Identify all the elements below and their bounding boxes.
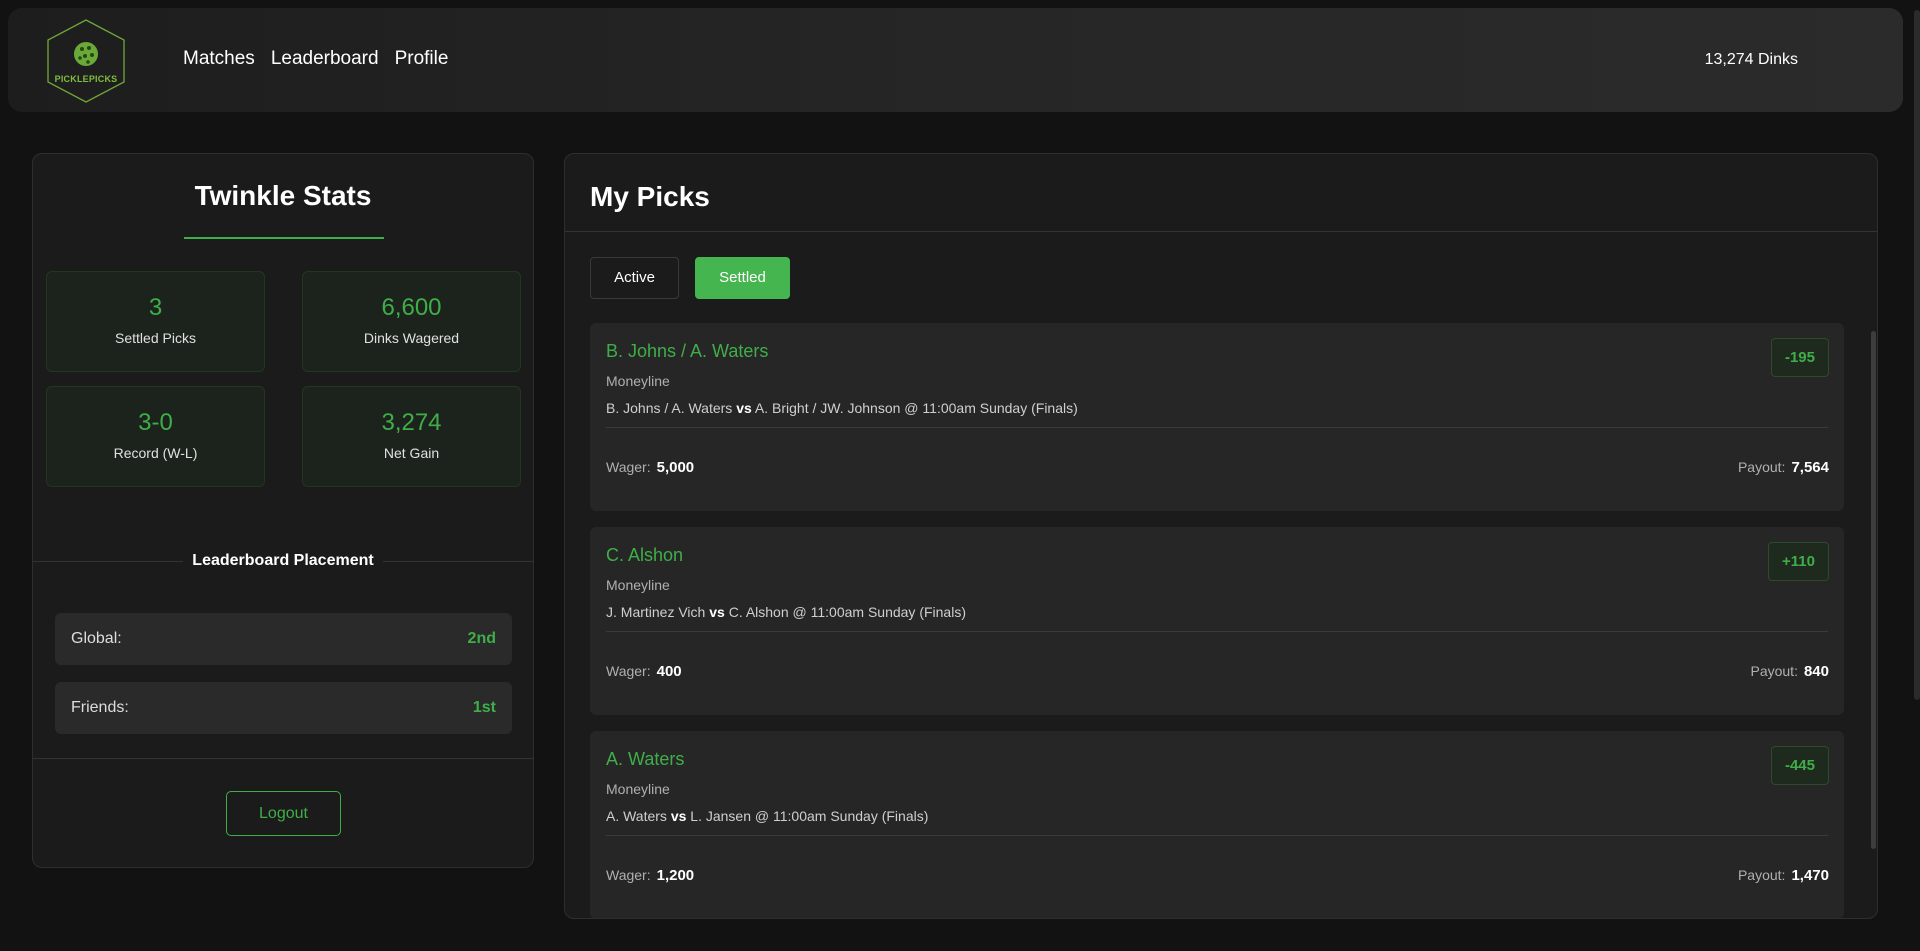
stat-label: Record (W-L) bbox=[113, 445, 198, 461]
wager-value: 1,200 bbox=[656, 867, 695, 884]
team-two: C. Alshon @ 11:00am Sunday (Finals) bbox=[728, 604, 966, 620]
placement-value: 2nd bbox=[467, 630, 496, 647]
odds-badge: +110 bbox=[1768, 542, 1829, 581]
logo-hexagon-icon bbox=[47, 19, 125, 103]
pick-type: Moneyline bbox=[606, 577, 670, 593]
team-one: A. Waters bbox=[606, 808, 667, 824]
pick-card[interactable]: C. Alshon Moneyline J. Martinez Vich vs … bbox=[590, 527, 1844, 715]
pick-card[interactable]: A. Waters Moneyline A. Waters vs L. Jans… bbox=[590, 731, 1844, 918]
nav-profile[interactable]: Profile bbox=[395, 48, 449, 70]
divider bbox=[606, 835, 1828, 836]
pick-card[interactable]: B. Johns / A. Waters Moneyline B. Johns … bbox=[590, 323, 1844, 511]
logout-button[interactable]: Logout bbox=[226, 791, 341, 836]
payout-value: 7,564 bbox=[1791, 459, 1829, 476]
payout-label: Payout: bbox=[1737, 459, 1786, 475]
title-underline bbox=[184, 237, 384, 239]
odds-badge: -445 bbox=[1770, 746, 1829, 785]
payout-label: Payout: bbox=[1737, 867, 1786, 883]
stats-panel: Twinkle Stats 3 Settled Picks 6,600 Dink… bbox=[32, 153, 534, 868]
wager: Wager: 5,000 bbox=[606, 459, 694, 476]
placement-value: 1st bbox=[472, 699, 496, 716]
pick-name: B. Johns / A. Waters bbox=[606, 341, 769, 361]
logo-text: PICKLEPICKS bbox=[54, 74, 118, 84]
nav-matches[interactable]: Matches bbox=[183, 48, 255, 70]
team-one: B. Johns / A. Waters bbox=[606, 400, 733, 416]
tab-active[interactable]: Active bbox=[590, 257, 679, 299]
picks-title: My Picks bbox=[590, 181, 710, 212]
payout-value: 840 bbox=[1803, 663, 1829, 680]
picks-scrollbar[interactable] bbox=[1871, 331, 1876, 849]
stat-value: 3-0 bbox=[138, 409, 173, 436]
my-picks-panel: My Picks Active Settled B. Johns / A. Wa… bbox=[564, 153, 1878, 919]
stat-settled-picks: 3 Settled Picks bbox=[46, 271, 265, 372]
team-two: L. Jansen @ 11:00am Sunday (Finals) bbox=[690, 808, 929, 824]
wager: Wager: 400 bbox=[606, 663, 682, 680]
picklepicks-logo[interactable]: PICKLEPICKS bbox=[44, 18, 128, 104]
wager-label: Wager: bbox=[606, 459, 651, 475]
stat-value: 3 bbox=[148, 294, 163, 321]
payout-label: Payout: bbox=[1750, 663, 1798, 679]
pick-matchup: J. Martinez Vich vs C. Alshon @ 11:00am … bbox=[606, 604, 966, 620]
tab-settled[interactable]: Settled bbox=[695, 257, 790, 299]
placement-label: Friends: bbox=[71, 699, 129, 716]
placement-label: Global: bbox=[71, 630, 122, 647]
wager: Wager: 1,200 bbox=[606, 867, 694, 884]
payout: Payout: 1,470 bbox=[1738, 867, 1829, 884]
stat-label: Settled Picks bbox=[115, 330, 196, 346]
stats-title: Twinkle Stats bbox=[194, 180, 372, 211]
vs-label: vs bbox=[709, 604, 725, 620]
nav-leaderboard[interactable]: Leaderboard bbox=[271, 48, 379, 70]
wager-value: 5,000 bbox=[656, 459, 695, 476]
wager-label: Wager: bbox=[606, 663, 651, 679]
stat-label: Net Gain bbox=[383, 445, 440, 461]
payout: Payout: 840 bbox=[1750, 663, 1829, 680]
placement-global: Global: 2nd bbox=[55, 613, 512, 665]
divider bbox=[606, 631, 1828, 632]
wager-label: Wager: bbox=[606, 867, 651, 883]
stat-label: Dinks Wagered bbox=[363, 330, 460, 346]
pick-name: C. Alshon bbox=[606, 545, 684, 565]
vs-label: vs bbox=[670, 808, 687, 824]
vs-label: vs bbox=[736, 400, 752, 416]
placement-friends: Friends: 1st bbox=[55, 682, 512, 734]
divider bbox=[565, 231, 1877, 232]
divider bbox=[33, 758, 533, 759]
stat-value: 3,274 bbox=[381, 409, 442, 436]
page-scrollbar[interactable] bbox=[1914, 10, 1920, 700]
top-header: PICKLEPICKS Matches Leaderboard Profile … bbox=[8, 8, 1903, 112]
stat-dinks-wagered: 6,600 Dinks Wagered bbox=[302, 271, 521, 372]
payout: Payout: 7,564 bbox=[1738, 459, 1829, 476]
team-two: A. Bright / JW. Johnson @ 11:00am Sunday… bbox=[754, 400, 1078, 416]
stat-value: 6,600 bbox=[381, 294, 442, 321]
pick-type: Moneyline bbox=[606, 373, 670, 389]
wager-value: 400 bbox=[656, 663, 682, 680]
odds-badge: -195 bbox=[1770, 338, 1829, 377]
stat-net-gain: 3,274 Net Gain bbox=[302, 386, 521, 487]
leaderboard-placement-title: Leaderboard Placement bbox=[192, 552, 374, 569]
pick-type: Moneyline bbox=[606, 781, 670, 797]
dinks-balance: 13,274 Dinks bbox=[1704, 51, 1798, 68]
pick-matchup: B. Johns / A. Waters vs A. Bright / JW. … bbox=[606, 400, 1078, 416]
divider bbox=[606, 427, 1828, 428]
main-nav: Matches Leaderboard Profile bbox=[183, 48, 448, 70]
pick-name: A. Waters bbox=[606, 749, 685, 769]
stat-record: 3-0 Record (W-L) bbox=[46, 386, 265, 487]
team-one: J. Martinez Vich bbox=[606, 604, 706, 620]
pick-matchup: A. Waters vs L. Jansen @ 11:00am Sunday … bbox=[606, 808, 928, 824]
payout-value: 1,470 bbox=[1791, 867, 1829, 884]
